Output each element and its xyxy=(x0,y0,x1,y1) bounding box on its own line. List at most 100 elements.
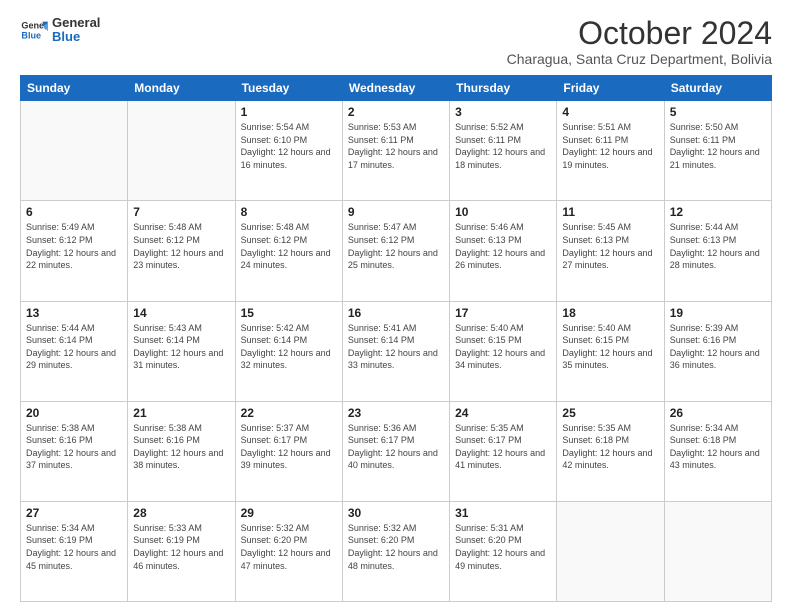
day-number: 1 xyxy=(241,105,337,119)
day-number: 19 xyxy=(670,306,766,320)
month-title: October 2024 xyxy=(507,16,772,51)
logo-blue-text: Blue xyxy=(52,30,100,44)
calendar-cell: 24Sunrise: 5:35 AM Sunset: 6:17 PM Dayli… xyxy=(450,401,557,501)
calendar-cell: 5Sunrise: 5:50 AM Sunset: 6:11 PM Daylig… xyxy=(664,101,771,201)
day-number: 4 xyxy=(562,105,658,119)
day-header-saturday: Saturday xyxy=(664,76,771,101)
calendar-cell xyxy=(557,501,664,601)
page: General Blue General Blue October 2024 C… xyxy=(0,0,792,612)
day-number: 31 xyxy=(455,506,551,520)
logo-icon: General Blue xyxy=(20,16,48,44)
day-info: Sunrise: 5:48 AM Sunset: 6:12 PM Dayligh… xyxy=(241,221,337,271)
day-number: 9 xyxy=(348,205,444,219)
day-number: 27 xyxy=(26,506,122,520)
day-info: Sunrise: 5:34 AM Sunset: 6:19 PM Dayligh… xyxy=(26,522,122,572)
day-info: Sunrise: 5:34 AM Sunset: 6:18 PM Dayligh… xyxy=(670,422,766,472)
calendar-cell: 8 Sunrise: 5:48 AM Sunset: 6:12 PM Daylig… xyxy=(235,201,342,301)
calendar-cell: 19 Sunrise: 5:39 AM Sunset: 6:16 PM Dayli… xyxy=(664,301,771,401)
day-number: 2 xyxy=(348,105,444,119)
day-number: 5 xyxy=(670,105,766,119)
calendar-cell: 25 Sunrise: 5:35 AM Sunset: 6:18 PM Dayli… xyxy=(557,401,664,501)
day-info: Sunrise: 5:44 AM Sunset: 6:14 PM Dayligh… xyxy=(26,322,122,372)
day-number: 10 xyxy=(455,205,551,219)
day-header-tuesday: Tuesday xyxy=(235,76,342,101)
day-info: Sunrise: 5:35 AM Sunset: 6:18 PM Dayligh… xyxy=(562,422,658,472)
week-row-2: 6 Sunrise: 5:49 AM Sunset: 6:12 PM Daylig… xyxy=(21,201,772,301)
day-info: Sunrise: 5:40 AM Sunset: 6:15 PM Dayligh… xyxy=(455,322,551,372)
calendar-cell: 4 Sunrise: 5:51 AM Sunset: 6:11 PM Daylig… xyxy=(557,101,664,201)
day-number: 24 xyxy=(455,406,551,420)
week-row-1: 1 Sunrise: 5:54 AM Sunset: 6:10 PM Daylig… xyxy=(21,101,772,201)
day-number: 22 xyxy=(241,406,337,420)
day-info: Sunrise: 5:33 AM Sunset: 6:19 PM Dayligh… xyxy=(133,522,229,572)
day-info: Sunrise: 5:42 AM Sunset: 6:14 PM Dayligh… xyxy=(241,322,337,372)
day-info: Sunrise: 5:39 AM Sunset: 6:16 PM Dayligh… xyxy=(670,322,766,372)
calendar-cell xyxy=(664,501,771,601)
day-info: Sunrise: 5:53 AM Sunset: 6:11 PM Dayligh… xyxy=(348,121,444,171)
calendar-cell: 3Sunrise: 5:52 AM Sunset: 6:11 PM Daylig… xyxy=(450,101,557,201)
calendar-cell: 31 Sunrise: 5:31 AM Sunset: 6:20 PM Dayli… xyxy=(450,501,557,601)
day-info: Sunrise: 5:51 AM Sunset: 6:11 PM Dayligh… xyxy=(562,121,658,171)
day-info: Sunrise: 5:38 AM Sunset: 6:16 PM Dayligh… xyxy=(133,422,229,472)
day-info: Sunrise: 5:54 AM Sunset: 6:10 PM Dayligh… xyxy=(241,121,337,171)
day-number: 17 xyxy=(455,306,551,320)
day-info: Sunrise: 5:46 AM Sunset: 6:13 PM Dayligh… xyxy=(455,221,551,271)
header: General Blue General Blue October 2024 C… xyxy=(20,16,772,67)
calendar-cell: 22 Sunrise: 5:37 AM Sunset: 6:17 PM Dayli… xyxy=(235,401,342,501)
day-number: 12 xyxy=(670,205,766,219)
day-info: Sunrise: 5:38 AM Sunset: 6:16 PM Dayligh… xyxy=(26,422,122,472)
day-info: Sunrise: 5:43 AM Sunset: 6:14 PM Dayligh… xyxy=(133,322,229,372)
day-info: Sunrise: 5:52 AM Sunset: 6:11 PM Dayligh… xyxy=(455,121,551,171)
day-number: 15 xyxy=(241,306,337,320)
logo-general-text: General xyxy=(52,16,100,30)
day-number: 26 xyxy=(670,406,766,420)
calendar-cell: 17 Sunrise: 5:40 AM Sunset: 6:15 PM Dayli… xyxy=(450,301,557,401)
calendar-cell: 9 Sunrise: 5:47 AM Sunset: 6:12 PM Daylig… xyxy=(342,201,449,301)
calendar-cell: 29 Sunrise: 5:32 AM Sunset: 6:20 PM Dayli… xyxy=(235,501,342,601)
day-number: 30 xyxy=(348,506,444,520)
day-number: 16 xyxy=(348,306,444,320)
svg-text:Blue: Blue xyxy=(21,31,41,41)
day-number: 28 xyxy=(133,506,229,520)
calendar-cell: 23 Sunrise: 5:36 AM Sunset: 6:17 PM Dayli… xyxy=(342,401,449,501)
day-info: Sunrise: 5:31 AM Sunset: 6:20 PM Dayligh… xyxy=(455,522,551,572)
day-info: Sunrise: 5:47 AM Sunset: 6:12 PM Dayligh… xyxy=(348,221,444,271)
day-info: Sunrise: 5:44 AM Sunset: 6:13 PM Dayligh… xyxy=(670,221,766,271)
title-block: October 2024 Charagua, Santa Cruz Depart… xyxy=(507,16,772,67)
day-number: 25 xyxy=(562,406,658,420)
calendar-table: SundayMondayTuesdayWednesdayThursdayFrid… xyxy=(20,75,772,602)
day-info: Sunrise: 5:36 AM Sunset: 6:17 PM Dayligh… xyxy=(348,422,444,472)
day-number: 14 xyxy=(133,306,229,320)
day-number: 23 xyxy=(348,406,444,420)
day-number: 20 xyxy=(26,406,122,420)
day-info: Sunrise: 5:37 AM Sunset: 6:17 PM Dayligh… xyxy=(241,422,337,472)
week-row-5: 27 Sunrise: 5:34 AM Sunset: 6:19 PM Dayli… xyxy=(21,501,772,601)
calendar-cell: 15 Sunrise: 5:42 AM Sunset: 6:14 PM Dayli… xyxy=(235,301,342,401)
calendar-cell xyxy=(21,101,128,201)
calendar-cell: 13 Sunrise: 5:44 AM Sunset: 6:14 PM Dayli… xyxy=(21,301,128,401)
day-number: 8 xyxy=(241,205,337,219)
day-number: 21 xyxy=(133,406,229,420)
calendar-cell: 18 Sunrise: 5:40 AM Sunset: 6:15 PM Dayli… xyxy=(557,301,664,401)
day-header-sunday: Sunday xyxy=(21,76,128,101)
day-header-wednesday: Wednesday xyxy=(342,76,449,101)
week-row-4: 20 Sunrise: 5:38 AM Sunset: 6:16 PM Dayli… xyxy=(21,401,772,501)
calendar-cell: 28 Sunrise: 5:33 AM Sunset: 6:19 PM Dayli… xyxy=(128,501,235,601)
day-number: 29 xyxy=(241,506,337,520)
header-row: SundayMondayTuesdayWednesdayThursdayFrid… xyxy=(21,76,772,101)
subtitle: Charagua, Santa Cruz Department, Bolivia xyxy=(507,51,772,67)
day-number: 6 xyxy=(26,205,122,219)
day-number: 18 xyxy=(562,306,658,320)
day-info: Sunrise: 5:40 AM Sunset: 6:15 PM Dayligh… xyxy=(562,322,658,372)
calendar-cell: 11Sunrise: 5:45 AM Sunset: 6:13 PM Dayli… xyxy=(557,201,664,301)
calendar-cell: 2 Sunrise: 5:53 AM Sunset: 6:11 PM Daylig… xyxy=(342,101,449,201)
day-info: Sunrise: 5:49 AM Sunset: 6:12 PM Dayligh… xyxy=(26,221,122,271)
calendar-cell: 6 Sunrise: 5:49 AM Sunset: 6:12 PM Daylig… xyxy=(21,201,128,301)
day-header-friday: Friday xyxy=(557,76,664,101)
calendar-cell: 21 Sunrise: 5:38 AM Sunset: 6:16 PM Dayli… xyxy=(128,401,235,501)
day-number: 13 xyxy=(26,306,122,320)
day-info: Sunrise: 5:32 AM Sunset: 6:20 PM Dayligh… xyxy=(348,522,444,572)
day-info: Sunrise: 5:32 AM Sunset: 6:20 PM Dayligh… xyxy=(241,522,337,572)
day-info: Sunrise: 5:45 AM Sunset: 6:13 PM Dayligh… xyxy=(562,221,658,271)
week-row-3: 13 Sunrise: 5:44 AM Sunset: 6:14 PM Dayli… xyxy=(21,301,772,401)
